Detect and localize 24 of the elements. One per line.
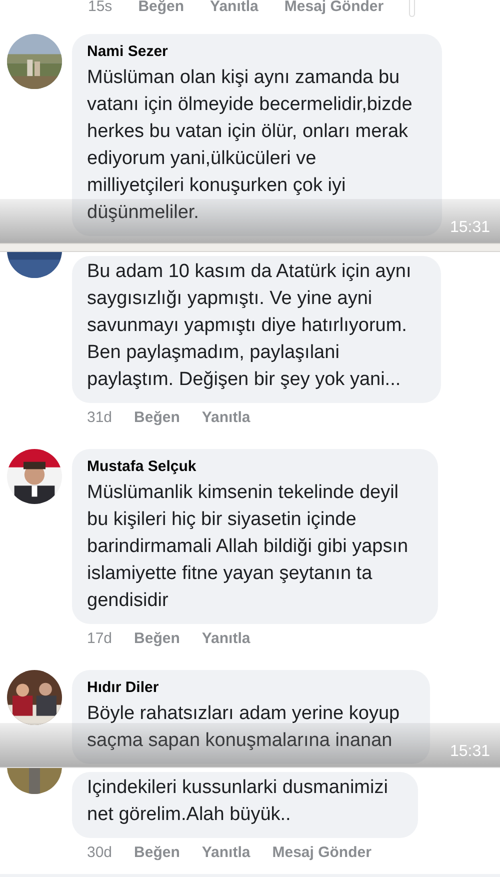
timestamp: 15:31 <box>450 219 490 237</box>
comment-action-link[interactable]: Mesaj Gönder <box>272 844 372 862</box>
comment-action-link[interactable]: Yanıtla <box>210 0 258 16</box>
comment-text: Böyle rahatsızları adam yerine koyup saçma sapan konuşmalarına inanan <box>87 702 400 753</box>
comment-action-link[interactable]: Beğen <box>134 409 180 427</box>
comment-time: 31d <box>87 409 112 427</box>
comment-time: 17d <box>87 630 112 648</box>
comment-action-link[interactable]: Yanıtla <box>202 630 250 648</box>
timestamp: 15:31 <box>450 743 490 761</box>
comment-action-link[interactable]: Mesaj Gönder <box>284 0 384 16</box>
comment-action-link[interactable]: Beğen <box>134 844 180 862</box>
author-name[interactable]: Nami Sezer <box>87 42 412 62</box>
comment-action-link[interactable]: Yanıtla <box>202 409 250 427</box>
author-name[interactable]: Mustafa Selçuk <box>87 457 408 477</box>
comment-action-link[interactable]: Yanıtla <box>202 844 250 862</box>
comment-time: 15s <box>88 0 112 16</box>
comment-text: Içindekileri kussunlarki dusmanimizi net görelim.Alah büyük.. <box>87 776 388 827</box>
comment-action-link[interactable]: Beğen <box>138 0 184 16</box>
comment-time: 30d <box>87 844 112 862</box>
comment-text: Müslüman olan kişi aynı zamanda bu vatanı için ölmeyide becermelidir,bizde herkes bu vatan için ölür, onları merak ediyorum yani,ülkücüleri ve milliyetçileri konuşurken çok iyi düşünmeliler. <box>87 66 412 225</box>
comment-text: Bu adam 10 kasım da Atatürk için aynı saygısızlığı yapmıştı. Ve yine ayni savunmayı yapmıştı diye hatırlıyorum. Ben paylaşmadım, paylaşılani paylaştım. Değişen bir şey yok yani... <box>87 260 412 392</box>
comment-text: Müslümanlik kimsenin tekelinde deyil bu kişileri hiç bir siyasetin içinde barindirmamali Allah bildiği gibi yapsın islamiyette fitne yayan şeytanın ta gendisidir <box>87 481 408 613</box>
author-name[interactable]: Hıdır Diler <box>87 678 400 698</box>
comment-action-link[interactable]: Beğen <box>134 630 180 648</box>
